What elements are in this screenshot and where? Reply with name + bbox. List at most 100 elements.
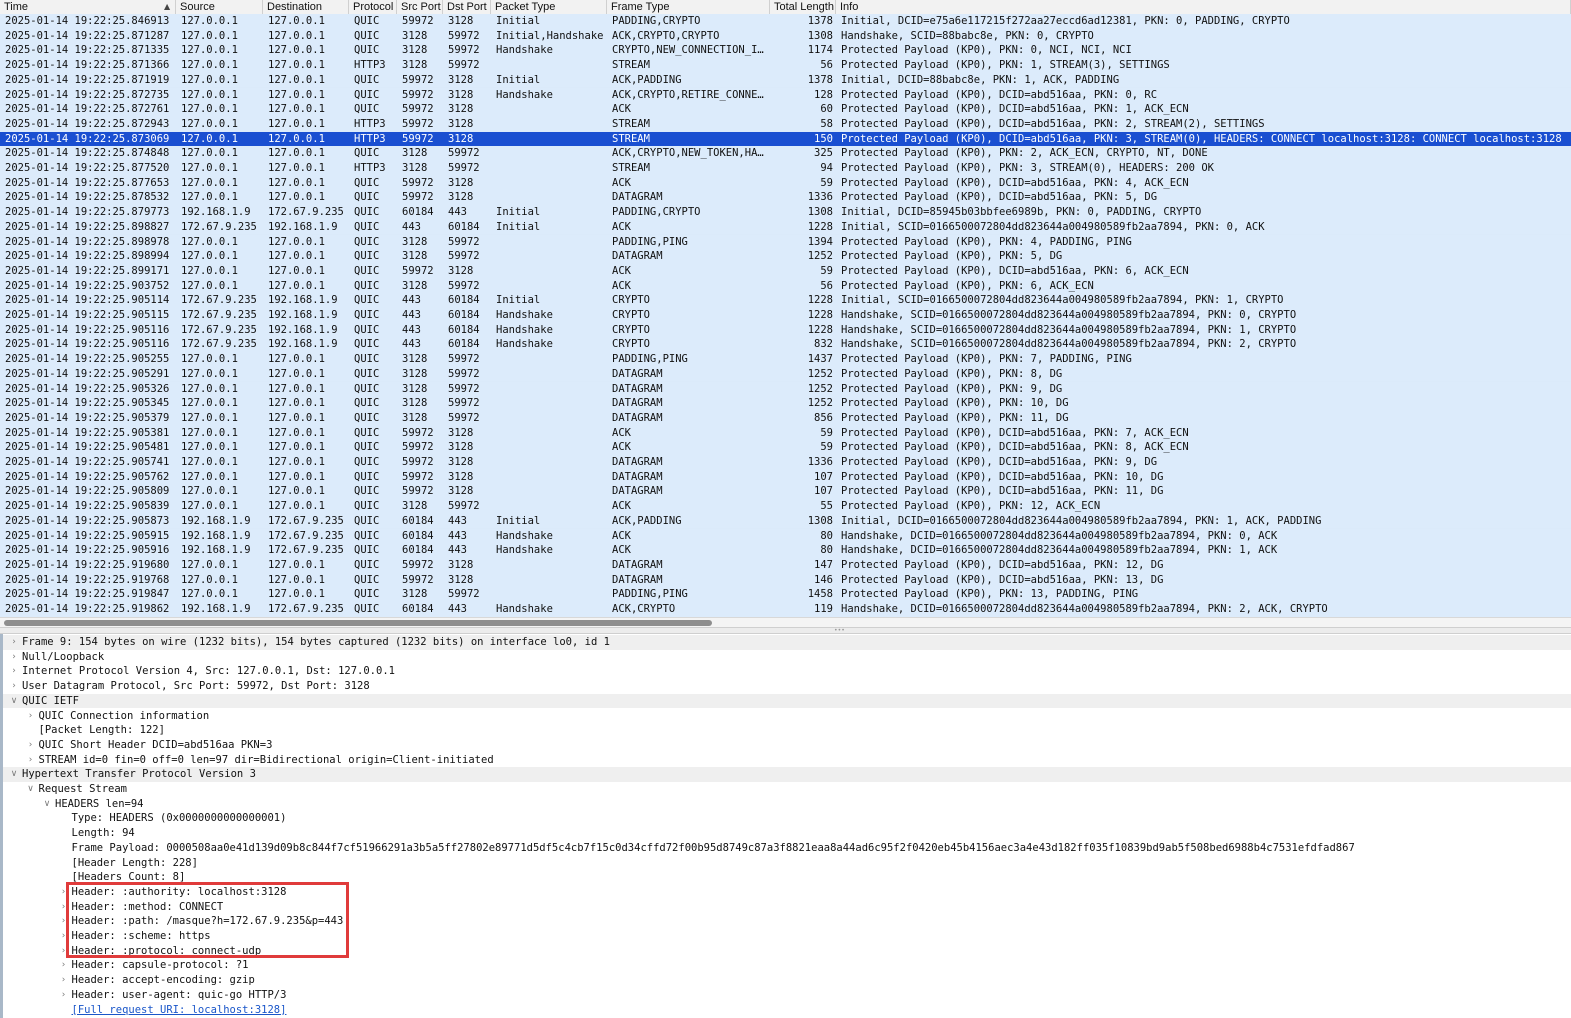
chevron-down-icon[interactable]: ∨ [9,767,19,782]
detail-tree-item[interactable]: ∨ HEADERS len=94 [3,797,1571,812]
packet-row[interactable]: 2025-01-14 19:22:25.878532 127.0.0.1 127.0… [0,190,1571,206]
detail-tree-item[interactable]: ∨ Hypertext Transfer Protocol Version 3 [3,767,1571,782]
chevron-right-icon[interactable]: › [59,900,69,915]
packet-row[interactable]: 2025-01-14 19:22:25.871335 127.0.0.1 127.0… [0,43,1571,59]
packet-row[interactable]: 2025-01-14 19:22:25.874848 127.0.0.1 127.0… [0,146,1571,161]
column-header-frametype[interactable]: Frame Type [607,0,770,14]
detail-tree-item[interactable]: › Header: :method: CONNECT [3,900,1571,915]
packet-row[interactable]: 2025-01-14 19:22:25.905116 172.67.9.235 19… [0,337,1571,353]
detail-tree-item[interactable]: [Headers Count: 8] [3,870,1571,885]
detail-tree-item[interactable]: Length: 94 [3,826,1571,841]
chevron-right-icon[interactable]: › [26,709,36,724]
chevron-down-icon[interactable]: ∨ [42,797,52,812]
column-header-source[interactable]: Source [176,0,263,14]
packet-row[interactable]: 2025-01-14 19:22:25.877520 127.0.0.1 127.0… [0,161,1571,176]
packet-row[interactable]: 2025-01-14 19:22:25.846913 127.0.0.1 127.0… [0,14,1571,29]
packet-row[interactable]: 2025-01-14 19:22:25.905291 127.0.0.1 127.0… [0,366,1571,382]
chevron-right-icon[interactable]: › [59,944,69,959]
packet-row[interactable]: 2025-01-14 19:22:25.919768 127.0.0.1 127.0… [0,572,1571,588]
packet-row[interactable]: 2025-01-14 19:22:25.905326 127.0.0.1 127.0… [0,381,1571,397]
packet-row[interactable]: 2025-01-14 19:22:25.873069 127.0.0.1 127.0… [0,131,1571,147]
chevron-right-icon[interactable]: › [59,914,69,929]
column-header-info[interactable]: Info [836,0,1571,14]
packet-row[interactable]: 2025-01-14 19:22:25.905916 192.168.1.9 172… [0,543,1571,558]
packet-row[interactable]: 2025-01-14 19:22:25.898827 172.67.9.235 19… [0,219,1571,235]
detail-tree-item[interactable]: › Frame 9: 154 bytes on wire (1232 bits),… [3,635,1571,650]
detail-tree-item[interactable]: › Header: capsule-protocol: ?1 [3,958,1571,973]
packet-row[interactable]: 2025-01-14 19:22:25.871919 127.0.0.1 127.0… [0,72,1571,88]
packet-row[interactable]: 2025-01-14 19:22:25.872943 127.0.0.1 127.0… [0,116,1571,132]
chevron-right-icon[interactable]: › [59,885,69,900]
packet-row[interactable]: 2025-01-14 19:22:25.879773 192.168.1.9 172… [0,205,1571,220]
detail-tree-item[interactable]: ∨ Request Stream [3,782,1571,797]
chevron-down-icon[interactable]: ∨ [26,782,36,797]
chevron-right-icon[interactable]: › [9,650,19,665]
packet-row[interactable]: 2025-01-14 19:22:25.877653 127.0.0.1 127.0… [0,175,1571,191]
packet-row[interactable]: 2025-01-14 19:22:25.905114 172.67.9.235 19… [0,293,1571,308]
packet-row[interactable]: 2025-01-14 19:22:25.905115 172.67.9.235 19… [0,308,1571,323]
chevron-right-icon[interactable]: › [59,958,69,973]
column-header-totallength[interactable]: Total Length [770,0,836,14]
packet-row[interactable]: 2025-01-14 19:22:25.905116 172.67.9.235 19… [0,322,1571,338]
detail-tree-item[interactable]: › QUIC Short Header DCID=abd516aa PKN=3 [3,738,1571,753]
chevron-right-icon[interactable]: › [59,988,69,1003]
detail-tree-item[interactable]: › Internet Protocol Version 4, Src: 127.0… [3,664,1571,679]
packet-row[interactable]: 2025-01-14 19:22:25.872735 127.0.0.1 127.0… [0,87,1571,103]
detail-tree-item[interactable]: › Header: :scheme: https [3,929,1571,944]
detail-tree-item[interactable]: [Header Length: 228] [3,856,1571,871]
detail-tree-item[interactable]: ∨ QUIC IETF [3,693,1571,709]
packet-row[interactable]: 2025-01-14 19:22:25.871287 127.0.0.1 127.0… [0,28,1571,44]
detail-tree-item[interactable]: › Header: :authority: localhost:3128 [3,885,1571,900]
detail-tree-item[interactable]: › Null/Loopback [3,650,1571,665]
chevron-right-icon[interactable]: › [59,973,69,988]
packet-row[interactable]: 2025-01-14 19:22:25.903752 127.0.0.1 127.0… [0,278,1571,294]
detail-tree-item[interactable]: [Full request URI: localhost:3128] [3,1003,1571,1018]
chevron-right-icon[interactable]: › [26,753,36,768]
detail-tree-item[interactable]: › Header: accept-encoding: gzip [3,973,1571,988]
column-header-dstport[interactable]: Dst Port [443,0,491,14]
pane-splitter[interactable]: ••• [0,627,1571,634]
horizontal-scrollbar[interactable] [0,617,1571,627]
packet-row[interactable]: 2025-01-14 19:22:25.899171 127.0.0.1 127.0… [0,263,1571,279]
packet-row[interactable]: 2025-01-14 19:22:25.905381 127.0.0.1 127.0… [0,425,1571,441]
chevron-right-icon[interactable]: › [26,738,36,753]
packet-row[interactable]: 2025-01-14 19:22:25.905915 192.168.1.9 172… [0,528,1571,544]
chevron-right-icon[interactable]: › [59,929,69,944]
packet-row[interactable]: 2025-01-14 19:22:25.872761 127.0.0.1 127.0… [0,102,1571,117]
packet-row[interactable]: 2025-01-14 19:22:25.898978 127.0.0.1 127.0… [0,234,1571,250]
detail-tree-item[interactable]: › User Datagram Protocol, Src Port: 59972… [3,679,1571,694]
column-header-time[interactable]: Time [0,0,176,14]
detail-tree-item[interactable]: › Header: :path: /masque?h=172.67.9.235&p… [3,914,1571,929]
column-header-srcport[interactable]: Src Port [397,0,443,14]
packet-row[interactable]: 2025-01-14 19:22:25.905345 127.0.0.1 127.0… [0,396,1571,411]
column-header-destination[interactable]: Destination [263,0,349,14]
chevron-right-icon[interactable]: › [9,635,19,650]
detail-tree-item[interactable]: › QUIC Connection information [3,709,1571,724]
packet-row[interactable]: 2025-01-14 19:22:25.905379 127.0.0.1 127.0… [0,410,1571,426]
packet-row[interactable]: 2025-01-14 19:22:25.905762 127.0.0.1 127.0… [0,469,1571,485]
detail-link[interactable]: [Full request URI: localhost:3128] [72,1003,287,1018]
packet-row[interactable]: 2025-01-14 19:22:25.919847 127.0.0.1 127.0… [0,587,1571,602]
packet-row[interactable]: 2025-01-14 19:22:25.905481 127.0.0.1 127.0… [0,440,1571,455]
packet-row[interactable]: 2025-01-14 19:22:25.905741 127.0.0.1 127.0… [0,455,1571,470]
column-header-packettype[interactable]: Packet Type [491,0,607,14]
detail-tree-item[interactable]: [Packet Length: 122] [3,723,1571,738]
packet-row[interactable]: 2025-01-14 19:22:25.898994 127.0.0.1 127.0… [0,249,1571,264]
detail-tree-item[interactable]: › STREAM id=0 fin=0 off=0 len=97 dir=Bidi… [3,753,1571,768]
packet-row[interactable]: 2025-01-14 19:22:25.905809 127.0.0.1 127.0… [0,484,1571,500]
packet-row[interactable]: 2025-01-14 19:22:25.905839 127.0.0.1 127.0… [0,499,1571,514]
packet-row[interactable]: 2025-01-14 19:22:25.919862 192.168.1.9 172… [0,602,1571,617]
detail-tree-item[interactable]: Type: HEADERS (0x0000000000000001) [3,811,1571,826]
packet-row[interactable]: 2025-01-14 19:22:25.919680 127.0.0.1 127.0… [0,557,1571,573]
packet-row[interactable]: 2025-01-14 19:22:25.905873 192.168.1.9 172… [0,513,1571,529]
column-header-protocol[interactable]: Protocol [349,0,397,14]
detail-tree-item[interactable]: › Header: :protocol: connect-udp [3,944,1571,959]
chevron-right-icon[interactable]: › [9,664,19,679]
packet-row[interactable]: 2025-01-14 19:22:25.905255 127.0.0.1 127.0… [0,352,1571,367]
chevron-down-icon[interactable]: ∨ [9,694,19,709]
chevron-right-icon[interactable]: › [9,679,19,694]
scrollbar-thumb[interactable] [4,620,712,626]
detail-tree-item[interactable]: › Header: user-agent: quic-go HTTP/3 [3,988,1571,1003]
detail-tree-item[interactable]: Frame Payload: 0000508aa0e41d139d09b8c84… [3,841,1571,856]
packet-row[interactable]: 2025-01-14 19:22:25.871366 127.0.0.1 127.0… [0,58,1571,73]
